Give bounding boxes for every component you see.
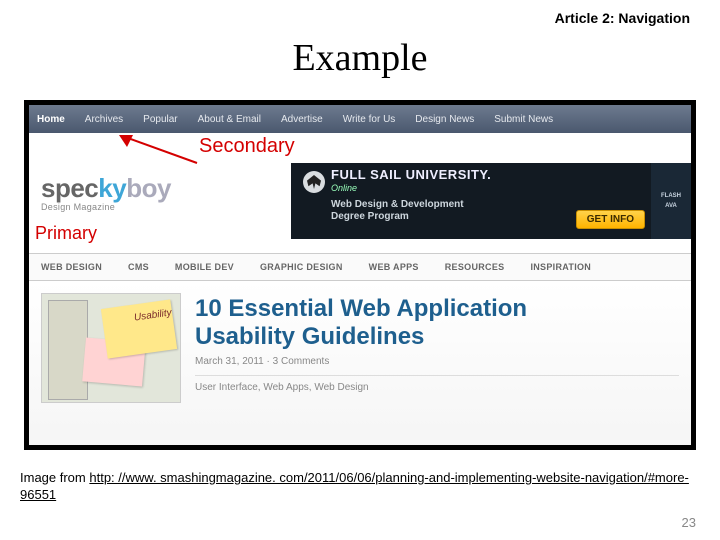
header-zone: Secondary speckyboy Design Magazine FULL… (29, 133, 691, 253)
secondary-nav-item[interactable]: Write for Us (343, 114, 396, 125)
secondary-nav-item[interactable]: Submit News (494, 114, 553, 125)
primary-nav-bar: WEB DESIGN CMS MOBILE DEV GRAPHIC DESIGN… (29, 253, 691, 281)
page-number: 23 (682, 515, 696, 530)
secondary-nav-item[interactable]: About & Email (198, 114, 261, 125)
banner-title: FULL SAIL UNIVERSITY. (331, 167, 491, 182)
logo-part: spec (41, 173, 98, 203)
ad-banner[interactable]: FULL SAIL UNIVERSITY. Online Web Design … (291, 163, 691, 239)
primary-nav-item[interactable]: RESOURCES (445, 262, 505, 272)
image-source-caption: Image from http: //www. smashingmagazine… (20, 470, 700, 504)
annotation-primary-label: Primary (35, 223, 97, 244)
annotation-secondary-label: Secondary (199, 135, 295, 158)
example-screenshot: Home Archives Popular About & Email Adve… (24, 100, 696, 450)
comments-link[interactable]: 3 Comments (273, 356, 330, 367)
primary-nav-item[interactable]: INSPIRATION (530, 262, 591, 272)
logo-part: ky (98, 173, 126, 203)
article-tags: User Interface, Web Apps, Web Design (195, 382, 679, 393)
banner-description: Web Design & DevelopmentDegree Program (331, 199, 464, 223)
logo-part: boy (126, 173, 171, 203)
secondary-nav-item[interactable]: Design News (415, 114, 474, 125)
secondary-nav-item[interactable]: Popular (143, 114, 177, 125)
primary-nav-item[interactable]: CMS (128, 262, 149, 272)
article-title[interactable]: 10 Essential Web ApplicationUsability Gu… (195, 295, 679, 350)
banner-side-labels: FLASH AVA (651, 163, 691, 239)
compass-icon (303, 171, 325, 193)
article-thumbnail[interactable]: Usability (41, 293, 181, 403)
banner-subtitle: Online (331, 183, 357, 193)
primary-nav-item[interactable]: GRAPHIC DESIGN (260, 262, 343, 272)
site-logo[interactable]: speckyboy Design Magazine (41, 173, 231, 212)
primary-nav-item[interactable]: WEB APPS (369, 262, 419, 272)
slide-header: Article 2: Navigation (555, 10, 690, 26)
slide-title: Example (0, 36, 720, 80)
secondary-nav-item[interactable]: Archives (85, 114, 123, 125)
secondary-nav-item[interactable]: Home (37, 114, 65, 125)
primary-nav-item[interactable]: WEB DESIGN (41, 262, 102, 272)
get-info-button[interactable]: GET INFO (576, 210, 645, 229)
secondary-nav-item[interactable]: Advertise (281, 114, 323, 125)
secondary-nav-bar: Home Archives Popular About & Email Adve… (29, 105, 691, 133)
article-metadata: March 31, 2011 · 3 Comments (195, 356, 679, 367)
article-preview: Usability 10 Essential Web ApplicationUs… (29, 281, 691, 450)
primary-nav-item[interactable]: MOBILE DEV (175, 262, 234, 272)
arrow-secondary-icon (119, 135, 199, 165)
source-link[interactable]: http: //www. smashingmagazine. com/2011/… (20, 470, 689, 502)
